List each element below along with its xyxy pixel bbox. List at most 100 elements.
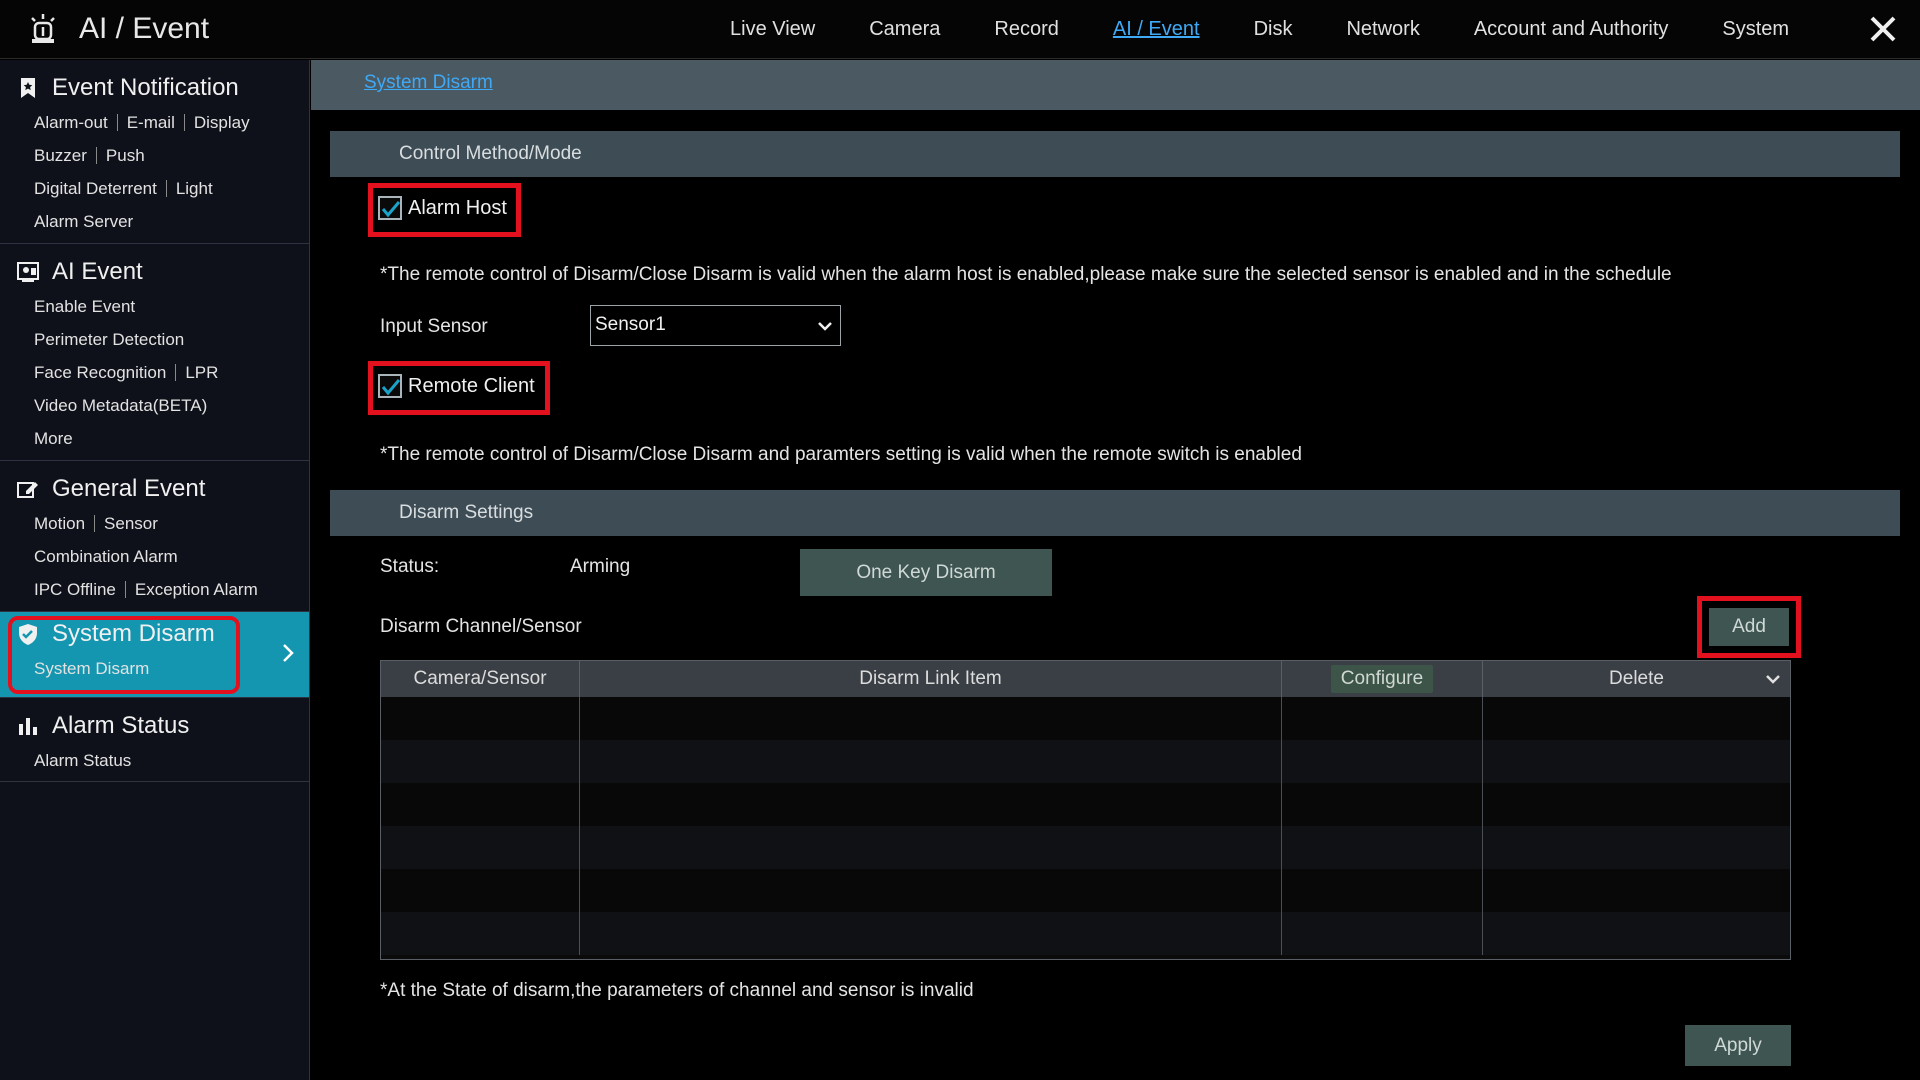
separator [124, 581, 126, 598]
table-cell [381, 740, 580, 783]
check-icon [381, 379, 401, 396]
separator [116, 114, 118, 131]
sidebar-title: General Event [52, 475, 206, 502]
sidebar-item-enable-event[interactable]: Enable Event [34, 297, 135, 317]
table-cell [1483, 740, 1790, 783]
sidebar-item-digital-deterrent[interactable]: Digital Deterrent [34, 179, 157, 199]
breadcrumb-system-disarm[interactable]: System Disarm [364, 72, 493, 94]
sidebar-row: IPC Offline Exception Alarm [0, 573, 309, 606]
sidebar-group-general-event: General Event Motion Sensor Combination … [0, 461, 309, 612]
col-camera-sensor: Camera/Sensor [381, 661, 580, 697]
sidebar-head-alarm-status[interactable]: Alarm Status [0, 708, 309, 744]
breadcrumb: System Disarm [311, 60, 1920, 110]
delete-header-label: Delete [1609, 668, 1664, 689]
sidebar-item-lpr[interactable]: LPR [185, 363, 218, 383]
sidebar-group-system-disarm[interactable]: System Disarm System Disarm [0, 612, 309, 698]
sidebar-head-event-notification[interactable]: Event Notification [0, 70, 309, 106]
table-cell [381, 783, 580, 826]
separator [183, 114, 185, 131]
alarm-host-note: *The remote control of Disarm/Close Disa… [380, 264, 1672, 285]
sidebar-row: Face Recognition LPR [0, 356, 309, 389]
ai-face-icon [17, 262, 39, 282]
table-cell [1483, 912, 1790, 955]
sidebar-item-combination-alarm[interactable]: Combination Alarm [34, 547, 178, 567]
separator [95, 147, 97, 164]
sidebar-row: Combination Alarm [0, 540, 309, 573]
remote-client-checkbox[interactable]: Remote Client [378, 374, 535, 398]
sidebar-item-buzzer[interactable]: Buzzer [34, 146, 87, 166]
configure-header-button[interactable]: Configure [1330, 665, 1434, 693]
highlight-box [8, 616, 240, 694]
close-icon[interactable] [1868, 14, 1898, 44]
section-title: Disarm Settings [399, 502, 534, 523]
apply-button[interactable]: Apply [1685, 1025, 1791, 1066]
sidebar-item-more[interactable]: More [34, 429, 73, 449]
sidebar-item-alarm-server[interactable]: Alarm Server [34, 212, 133, 232]
sidebar-row: Enable Event [0, 290, 309, 323]
table-row [381, 740, 1790, 783]
table-cell [580, 697, 1282, 740]
table-row [381, 697, 1790, 740]
input-sensor-value: Sensor1 [595, 314, 666, 335]
chevron-right-icon [283, 644, 294, 662]
nav-disk[interactable]: Disk [1254, 18, 1293, 41]
sidebar-row: Video Metadata(BETA) [0, 389, 309, 422]
sidebar-group-event-notification: Event Notification Alarm-out E-mail Disp… [0, 60, 309, 244]
col-configure: Configure [1282, 661, 1483, 697]
check-icon [381, 201, 401, 218]
table-cell [580, 740, 1282, 783]
nav-record[interactable]: Record [994, 18, 1058, 41]
sidebar-item-perimeter-detection[interactable]: Perimeter Detection [34, 330, 184, 350]
status-value: Arming [570, 556, 631, 577]
sidebar-item-exception-alarm[interactable]: Exception Alarm [135, 580, 258, 600]
sidebar-item-push[interactable]: Push [106, 146, 145, 166]
sidebar-item-face-recognition[interactable]: Face Recognition [34, 363, 166, 383]
sidebar-item-display[interactable]: Display [194, 113, 250, 133]
table-cell [381, 869, 580, 912]
sidebar-item-light[interactable]: Light [176, 179, 213, 199]
nav-live-view[interactable]: Live View [730, 18, 815, 41]
sidebar-item-ipc-offline[interactable]: IPC Offline [34, 580, 116, 600]
sidebar-item-video-metadata[interactable]: Video Metadata(BETA) [34, 396, 207, 416]
nav-network[interactable]: Network [1346, 18, 1419, 41]
table-body [381, 697, 1790, 955]
bookmark-star-icon [21, 78, 35, 98]
sidebar-item-sensor[interactable]: Sensor [104, 514, 158, 534]
top-nav: Live View Camera Record AI / Event Disk … [730, 0, 1843, 59]
alarm-host-checkbox[interactable]: Alarm Host [378, 196, 507, 220]
sidebar-group-ai-event: AI Event Enable Event Perimeter Detectio… [0, 244, 309, 461]
checkbox-box[interactable] [378, 374, 402, 398]
input-sensor-select[interactable]: Sensor1 [590, 305, 841, 346]
add-button[interactable]: Add [1709, 608, 1789, 646]
sidebar-row: Motion Sensor [0, 507, 309, 540]
separator [165, 180, 167, 197]
nav-system[interactable]: System [1722, 18, 1789, 41]
table-cell [381, 697, 580, 740]
input-sensor-label: Input Sensor [380, 316, 488, 337]
sidebar-row: Perimeter Detection [0, 323, 309, 356]
table-cell [1483, 869, 1790, 912]
nav-camera[interactable]: Camera [869, 18, 940, 41]
table-cell [1282, 912, 1483, 955]
sidebar-group-alarm-status: Alarm Status Alarm Status [0, 698, 309, 782]
sidebar-head-general-event[interactable]: General Event [0, 471, 309, 507]
table-cell [580, 869, 1282, 912]
nav-ai-event[interactable]: AI / Event [1113, 18, 1200, 41]
sidebar-item-alarm-status[interactable]: Alarm Status [34, 751, 131, 771]
table-cell [1483, 783, 1790, 826]
sidebar-row: Alarm Server [0, 205, 309, 238]
section-title: Control Method/Mode [399, 143, 582, 164]
table-row [381, 826, 1790, 869]
nav-account-authority[interactable]: Account and Authority [1474, 18, 1669, 41]
sidebar-item-motion[interactable]: Motion [34, 514, 85, 534]
sidebar-item-alarm-out[interactable]: Alarm-out [34, 113, 108, 133]
col-delete: Delete [1483, 661, 1790, 697]
sidebar-head-ai-event[interactable]: AI Event [0, 254, 309, 290]
table-cell [1282, 740, 1483, 783]
sidebar-row: More [0, 422, 309, 455]
one-key-disarm-button[interactable]: One Key Disarm [800, 549, 1052, 596]
table-cell [381, 912, 580, 955]
chevron-down-icon[interactable] [1764, 670, 1782, 688]
checkbox-box[interactable] [378, 196, 402, 220]
sidebar-item-email[interactable]: E-mail [127, 113, 175, 133]
